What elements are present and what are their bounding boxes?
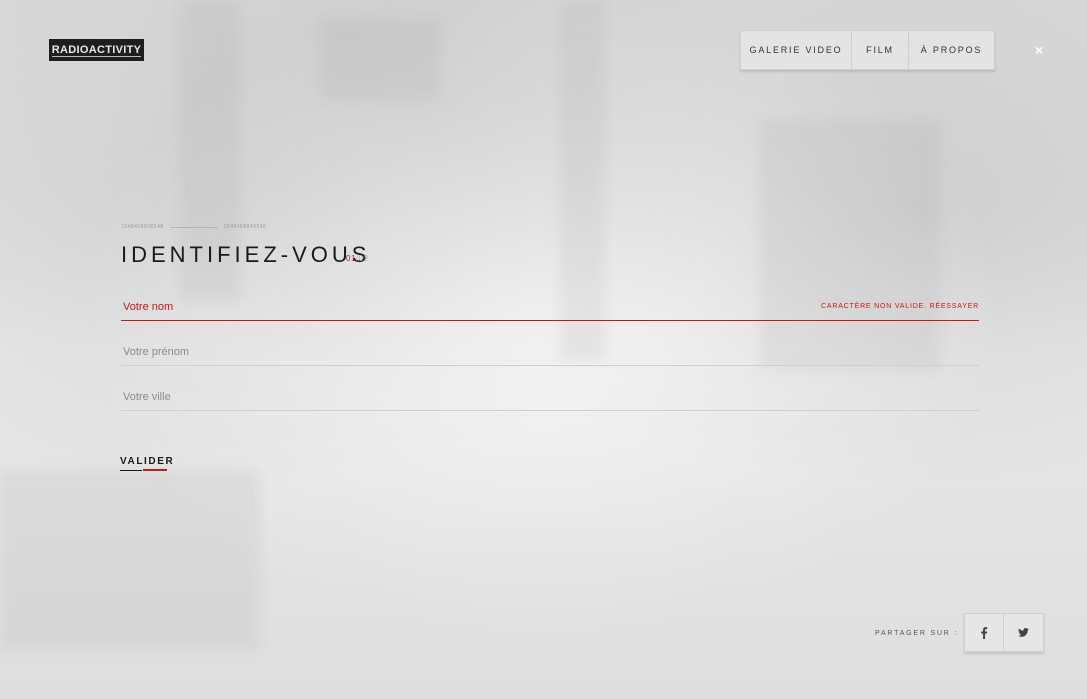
first-name-input[interactable] <box>121 338 979 365</box>
last-name-field: CARACTÈRE NON VALIDE. RÉESSAYER <box>121 293 979 321</box>
nav-item-a-propos[interactable]: À PROPOS <box>909 31 994 69</box>
close-icon[interactable]: × <box>1031 42 1047 58</box>
background-shape <box>320 20 440 100</box>
facebook-icon <box>981 626 988 639</box>
step-total: 02 <box>358 254 369 263</box>
submit-underline <box>120 469 167 472</box>
serial-number: 1548458848548 <box>121 224 164 230</box>
page-title: IDENTIFIEZ-VOUS <box>121 242 371 267</box>
background-shape <box>760 120 940 370</box>
serial-number: 1548458848548 <box>223 224 267 230</box>
serial-divider <box>169 226 218 228</box>
step-current: 01 <box>346 254 356 263</box>
twitter-share-button[interactable] <box>1004 614 1043 651</box>
facebook-share-button[interactable] <box>965 614 1004 651</box>
main-nav: GALERIE VIDEO FILM À PROPOS <box>740 30 995 70</box>
city-field <box>121 383 979 411</box>
background-shape <box>0 470 260 650</box>
share-label: PARTAGER SUR : <box>875 630 959 637</box>
city-input[interactable] <box>121 383 979 410</box>
logo[interactable]: RADIOACTIVITY <box>49 39 144 61</box>
twitter-icon <box>1018 628 1029 637</box>
share-buttons <box>964 613 1044 652</box>
step-indicator: 01/02 <box>346 254 369 263</box>
nav-item-film[interactable]: FILM <box>852 31 909 69</box>
logo-text: RADIOACTIVITY <box>51 43 142 57</box>
serial-row: 1548458848548 1548458848548 <box>121 224 266 230</box>
nav-item-galerie-video[interactable]: GALERIE VIDEO <box>741 31 852 69</box>
first-name-field <box>121 338 979 366</box>
submit-button[interactable]: VALIDER <box>120 456 174 470</box>
error-message: CARACTÈRE NON VALIDE. RÉESSAYER <box>821 303 979 310</box>
